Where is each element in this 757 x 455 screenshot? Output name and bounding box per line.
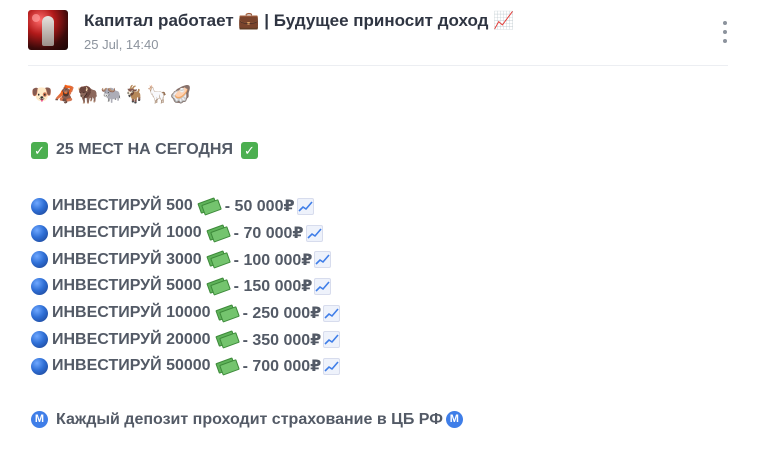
chart-increasing-icon bbox=[314, 277, 332, 295]
metro-icon: M bbox=[445, 411, 463, 429]
menu-dot bbox=[723, 39, 727, 43]
menu-dot bbox=[723, 30, 727, 34]
money-with-wings-icon bbox=[215, 331, 236, 349]
offer-invest: ИНВЕСТИРУЙ 5000 bbox=[52, 277, 202, 295]
money-with-wings-icon bbox=[197, 197, 218, 215]
offer-invest: ИНВЕСТИРУЙ 500 bbox=[52, 197, 193, 215]
offer-payout: - 700 000₽ bbox=[242, 358, 322, 376]
offer-payout: - 100 000₽ bbox=[233, 251, 313, 269]
offer-invest: ИНВЕСТИРУЙ 20000 bbox=[52, 330, 211, 348]
more-vertical-icon[interactable] bbox=[716, 21, 734, 43]
offer-row: ИНВЕСТИРУЙ 10000 - 250 000₽ bbox=[31, 300, 721, 327]
channel-title[interactable]: Капитал работает 💼 | Будущее приносит до… bbox=[84, 11, 514, 31]
offer-row: ИНВЕСТИРУЙ 1000 - 70 000₽ bbox=[31, 220, 721, 247]
offer-payout: - 50 000₽ bbox=[224, 198, 295, 216]
check-mark-icon: ✓ bbox=[31, 141, 48, 159]
channel-post: Капитал работает 💼 | Будущее приносит до… bbox=[0, 0, 757, 455]
money-with-wings-icon bbox=[206, 251, 227, 269]
blue-circle-icon bbox=[31, 304, 48, 322]
money-with-wings-icon bbox=[215, 357, 236, 375]
money-with-wings-icon bbox=[206, 277, 227, 295]
chart-increasing-icon bbox=[296, 197, 314, 215]
headline: ✓ 25 МЕСТ НА СЕГОДНЯ ✓ bbox=[31, 139, 721, 161]
offer-payout: - 250 000₽ bbox=[242, 305, 322, 323]
offer-payout: - 70 000₽ bbox=[233, 225, 304, 243]
post-body: 🐶🦧🦬🐃🐐🦙🦪 ✓ 25 МЕСТ НА СЕГОДНЯ ✓ ИНВЕСТИРУ… bbox=[31, 85, 721, 431]
menu-dot bbox=[723, 21, 727, 25]
chart-increasing-icon bbox=[314, 251, 332, 269]
emoji-row: 🐶🦧🦬🐃🐐🦙🦪 bbox=[31, 85, 194, 104]
blue-circle-icon bbox=[31, 277, 48, 295]
blue-circle-icon bbox=[31, 331, 48, 349]
post-date: 25 Jul, 14:40 bbox=[84, 37, 159, 52]
offer-row: ИНВЕСТИРУЙ 5000 - 150 000₽ bbox=[31, 273, 721, 300]
channel-avatar[interactable] bbox=[28, 10, 68, 50]
insurance-text: Каждый депозит проходит страхование в ЦБ… bbox=[56, 410, 443, 428]
offer-invest: ИНВЕСТИРУЙ 50000 bbox=[52, 357, 211, 375]
chart-increasing-icon bbox=[323, 331, 341, 349]
headline-text: 25 МЕСТ НА СЕГОДНЯ bbox=[56, 141, 233, 158]
offer-invest: ИНВЕСТИРУЙ 3000 bbox=[52, 250, 202, 268]
post-header: Капитал работает 💼 | Будущее приносит до… bbox=[28, 10, 728, 66]
offer-payout: - 350 000₽ bbox=[242, 331, 322, 349]
offer-row: ИНВЕСТИРУЙ 500 - 50 000₽ bbox=[31, 193, 721, 220]
offer-row: ИНВЕСТИРУЙ 50000 - 700 000₽ bbox=[31, 353, 721, 380]
avatar-glow bbox=[32, 14, 40, 22]
blue-circle-icon bbox=[31, 251, 48, 269]
blue-circle-icon bbox=[31, 224, 48, 242]
offer-list: ИНВЕСТИРУЙ 500 - 50 000₽ ИНВЕСТИРУЙ 1000 - … bbox=[31, 193, 721, 380]
money-with-wings-icon bbox=[215, 304, 236, 322]
money-with-wings-icon bbox=[206, 224, 227, 242]
chart-increasing-icon bbox=[323, 357, 341, 375]
offer-invest: ИНВЕСТИРУЙ 1000 bbox=[52, 224, 202, 242]
avatar-figure bbox=[42, 16, 54, 46]
blue-circle-icon bbox=[31, 357, 48, 375]
chart-increasing-icon bbox=[305, 224, 323, 242]
offer-invest: ИНВЕСТИРУЙ 10000 bbox=[52, 304, 211, 322]
chart-increasing-icon bbox=[323, 304, 341, 322]
metro-icon: M bbox=[31, 411, 48, 429]
offer-payout: - 150 000₽ bbox=[233, 278, 313, 296]
offer-row: ИНВЕСТИРУЙ 20000 - 350 000₽ bbox=[31, 326, 721, 353]
check-mark-icon: ✓ bbox=[240, 141, 258, 159]
blue-circle-icon bbox=[31, 197, 48, 215]
offer-row: ИНВЕСТИРУЙ 3000 - 100 000₽ bbox=[31, 246, 721, 273]
insurance-note: M Каждый депозит проходит страхование в … bbox=[31, 409, 721, 431]
